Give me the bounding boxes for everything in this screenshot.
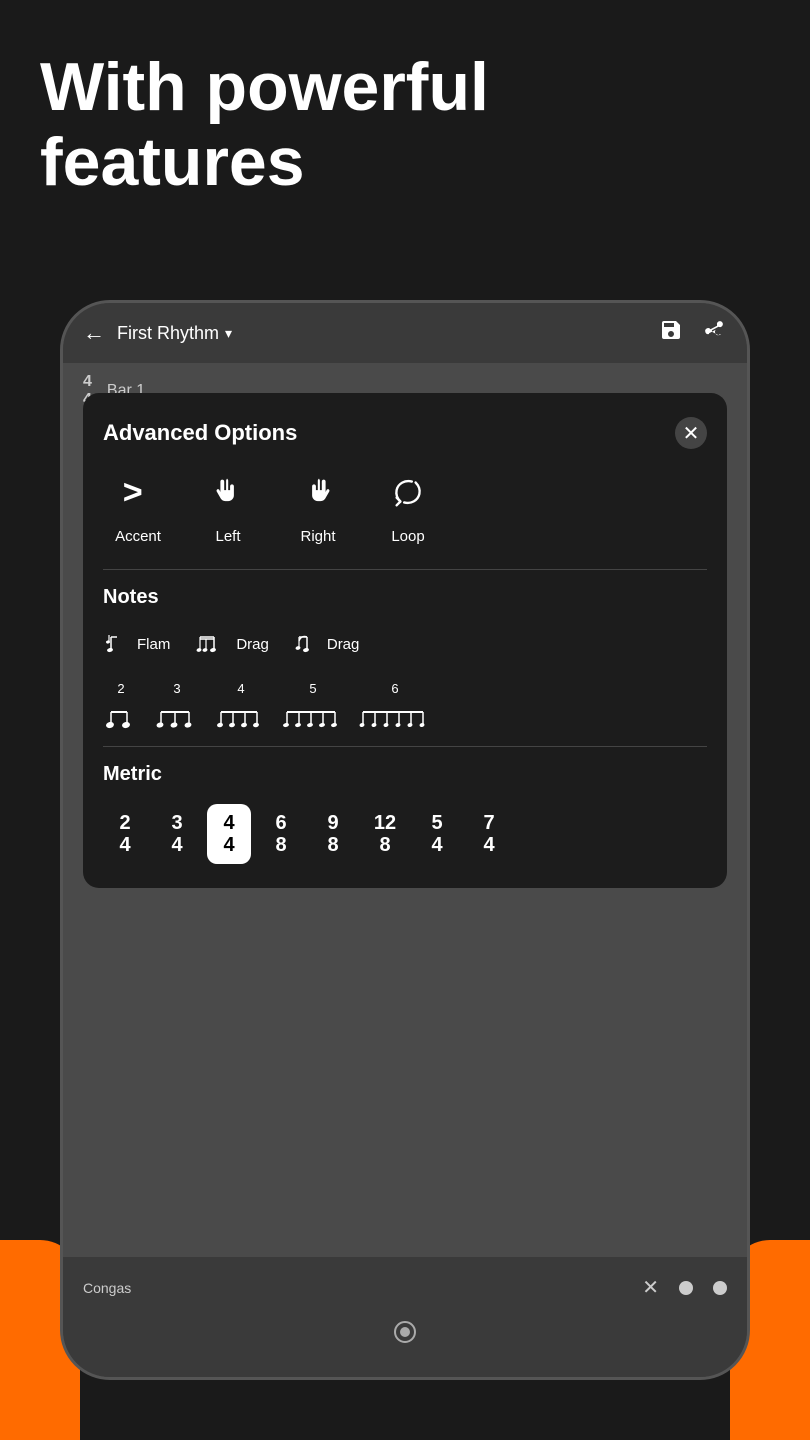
- metric-7-4-num: 7: [483, 812, 494, 834]
- metric-4-4-num: 4: [223, 812, 234, 834]
- loop-label: Loop: [391, 528, 424, 545]
- metric-9-8-num: 9: [327, 812, 338, 834]
- time-numerator: 4: [83, 373, 92, 391]
- drag-icon-1: [194, 627, 230, 661]
- note-flam[interactable]: Flam: [103, 627, 170, 661]
- metric-title: Metric: [103, 763, 707, 786]
- dot-icon-1: [679, 1281, 693, 1295]
- modal-title: Advanced Options: [103, 420, 297, 446]
- bottom-close-button[interactable]: ✕: [642, 1275, 659, 1300]
- phone-bottom-bar: Congas ✕: [63, 1257, 747, 1377]
- tuplet-6-number: 6: [391, 681, 398, 696]
- song-title: First Rhythm: [117, 323, 219, 344]
- flam-icon: [103, 627, 131, 661]
- right-label: Right: [300, 528, 335, 545]
- drag-icon-2: [293, 627, 321, 661]
- notes-section: Notes: [103, 586, 707, 730]
- left-label: Left: [215, 528, 240, 545]
- top-bar-right: [659, 318, 727, 348]
- metric-4-4[interactable]: 4 4: [207, 804, 251, 864]
- close-icon: ✕: [683, 421, 700, 446]
- metric-options-row: 2 4 3 4 4 4 6 8: [103, 804, 707, 864]
- loop-icon: [389, 473, 427, 520]
- metric-12-8-num: 12: [374, 812, 396, 834]
- phone-screen: ← First Rhythm ▾ 4 4 Bar 1: [63, 303, 747, 1377]
- save-button[interactable]: [659, 318, 683, 348]
- option-accent[interactable]: > Accent: [103, 473, 173, 545]
- target-icon: [391, 1318, 419, 1352]
- tuplet-4[interactable]: 4: [215, 681, 267, 730]
- notes-title: Notes: [103, 586, 707, 609]
- drag-label-1: Drag: [236, 636, 269, 653]
- metric-3-4-num: 3: [171, 812, 182, 834]
- accent-icon: >: [119, 473, 157, 520]
- header-section: With powerful features: [40, 50, 770, 200]
- tuplet-5[interactable]: 5: [283, 681, 343, 730]
- notes-items-row: Flam: [103, 627, 707, 661]
- note-drag-2[interactable]: Drag: [293, 627, 360, 661]
- option-loop[interactable]: Loop: [373, 473, 443, 545]
- top-bar-left: ← First Rhythm ▾: [83, 320, 232, 346]
- note-drag-1[interactable]: Drag: [194, 627, 269, 661]
- tuplet-3-number: 3: [173, 681, 180, 696]
- metric-7-4-den: 4: [483, 834, 494, 856]
- divider-2: [103, 746, 707, 747]
- tuplet-2[interactable]: 2: [103, 681, 139, 730]
- metric-9-8[interactable]: 9 8: [311, 804, 355, 864]
- modal-close-button[interactable]: ✕: [675, 417, 707, 449]
- metric-5-4-den: 4: [431, 834, 442, 856]
- accent-label: Accent: [115, 528, 161, 545]
- metric-4-4-den: 4: [223, 834, 234, 856]
- metric-7-4[interactable]: 7 4: [467, 804, 511, 864]
- modal-header: Advanced Options ✕: [103, 417, 707, 449]
- right-hand-icon: [299, 473, 337, 520]
- back-button[interactable]: ←: [83, 320, 105, 346]
- metric-3-4-den: 4: [171, 834, 182, 856]
- metric-section: Metric 2 4 3 4 4 4 6: [103, 763, 707, 864]
- tuplet-6[interactable]: 6: [359, 681, 431, 730]
- bottom-controls: Congas ✕: [63, 1257, 747, 1318]
- svg-text:>: >: [123, 473, 143, 511]
- title-dropdown[interactable]: First Rhythm ▾: [117, 323, 232, 344]
- metric-2-4-num: 2: [119, 812, 130, 834]
- tuplet-4-number: 4: [237, 681, 244, 696]
- top-bar: ← First Rhythm ▾: [63, 303, 747, 363]
- option-right[interactable]: Right: [283, 473, 353, 545]
- tuplet-3[interactable]: 3: [155, 681, 199, 730]
- instrument-label: Congas: [83, 1280, 131, 1296]
- tuplet-5-number: 5: [309, 681, 316, 696]
- left-hand-icon: [209, 473, 247, 520]
- bottom-icons-group: ✕: [642, 1275, 727, 1300]
- metric-2-4[interactable]: 2 4: [103, 804, 147, 864]
- drag-label-2: Drag: [327, 636, 360, 653]
- options-row: > Accent Left: [103, 473, 707, 545]
- tuplet-2-number: 2: [117, 681, 124, 696]
- metric-9-8-den: 8: [327, 834, 338, 856]
- metric-2-4-den: 4: [119, 834, 130, 856]
- phone-frame: ← First Rhythm ▾ 4 4 Bar 1: [60, 300, 750, 1380]
- page-title: With powerful features: [40, 50, 770, 200]
- option-left[interactable]: Left: [193, 473, 263, 545]
- divider-1: [103, 569, 707, 570]
- metric-6-8[interactable]: 6 8: [259, 804, 303, 864]
- share-button[interactable]: [703, 318, 727, 348]
- dropdown-icon: ▾: [225, 325, 232, 342]
- metric-3-4[interactable]: 3 4: [155, 804, 199, 864]
- metric-5-4-num: 5: [431, 812, 442, 834]
- flam-label: Flam: [137, 636, 170, 653]
- metric-12-8-den: 8: [379, 834, 390, 856]
- metric-6-8-num: 6: [275, 812, 286, 834]
- advanced-options-modal: Advanced Options ✕ > Accent: [83, 393, 727, 888]
- dot-icon-2: [713, 1281, 727, 1295]
- metric-5-4[interactable]: 5 4: [415, 804, 459, 864]
- tuplets-row: 2 3: [103, 681, 707, 730]
- metric-12-8[interactable]: 12 8: [363, 804, 407, 864]
- metric-6-8-den: 8: [275, 834, 286, 856]
